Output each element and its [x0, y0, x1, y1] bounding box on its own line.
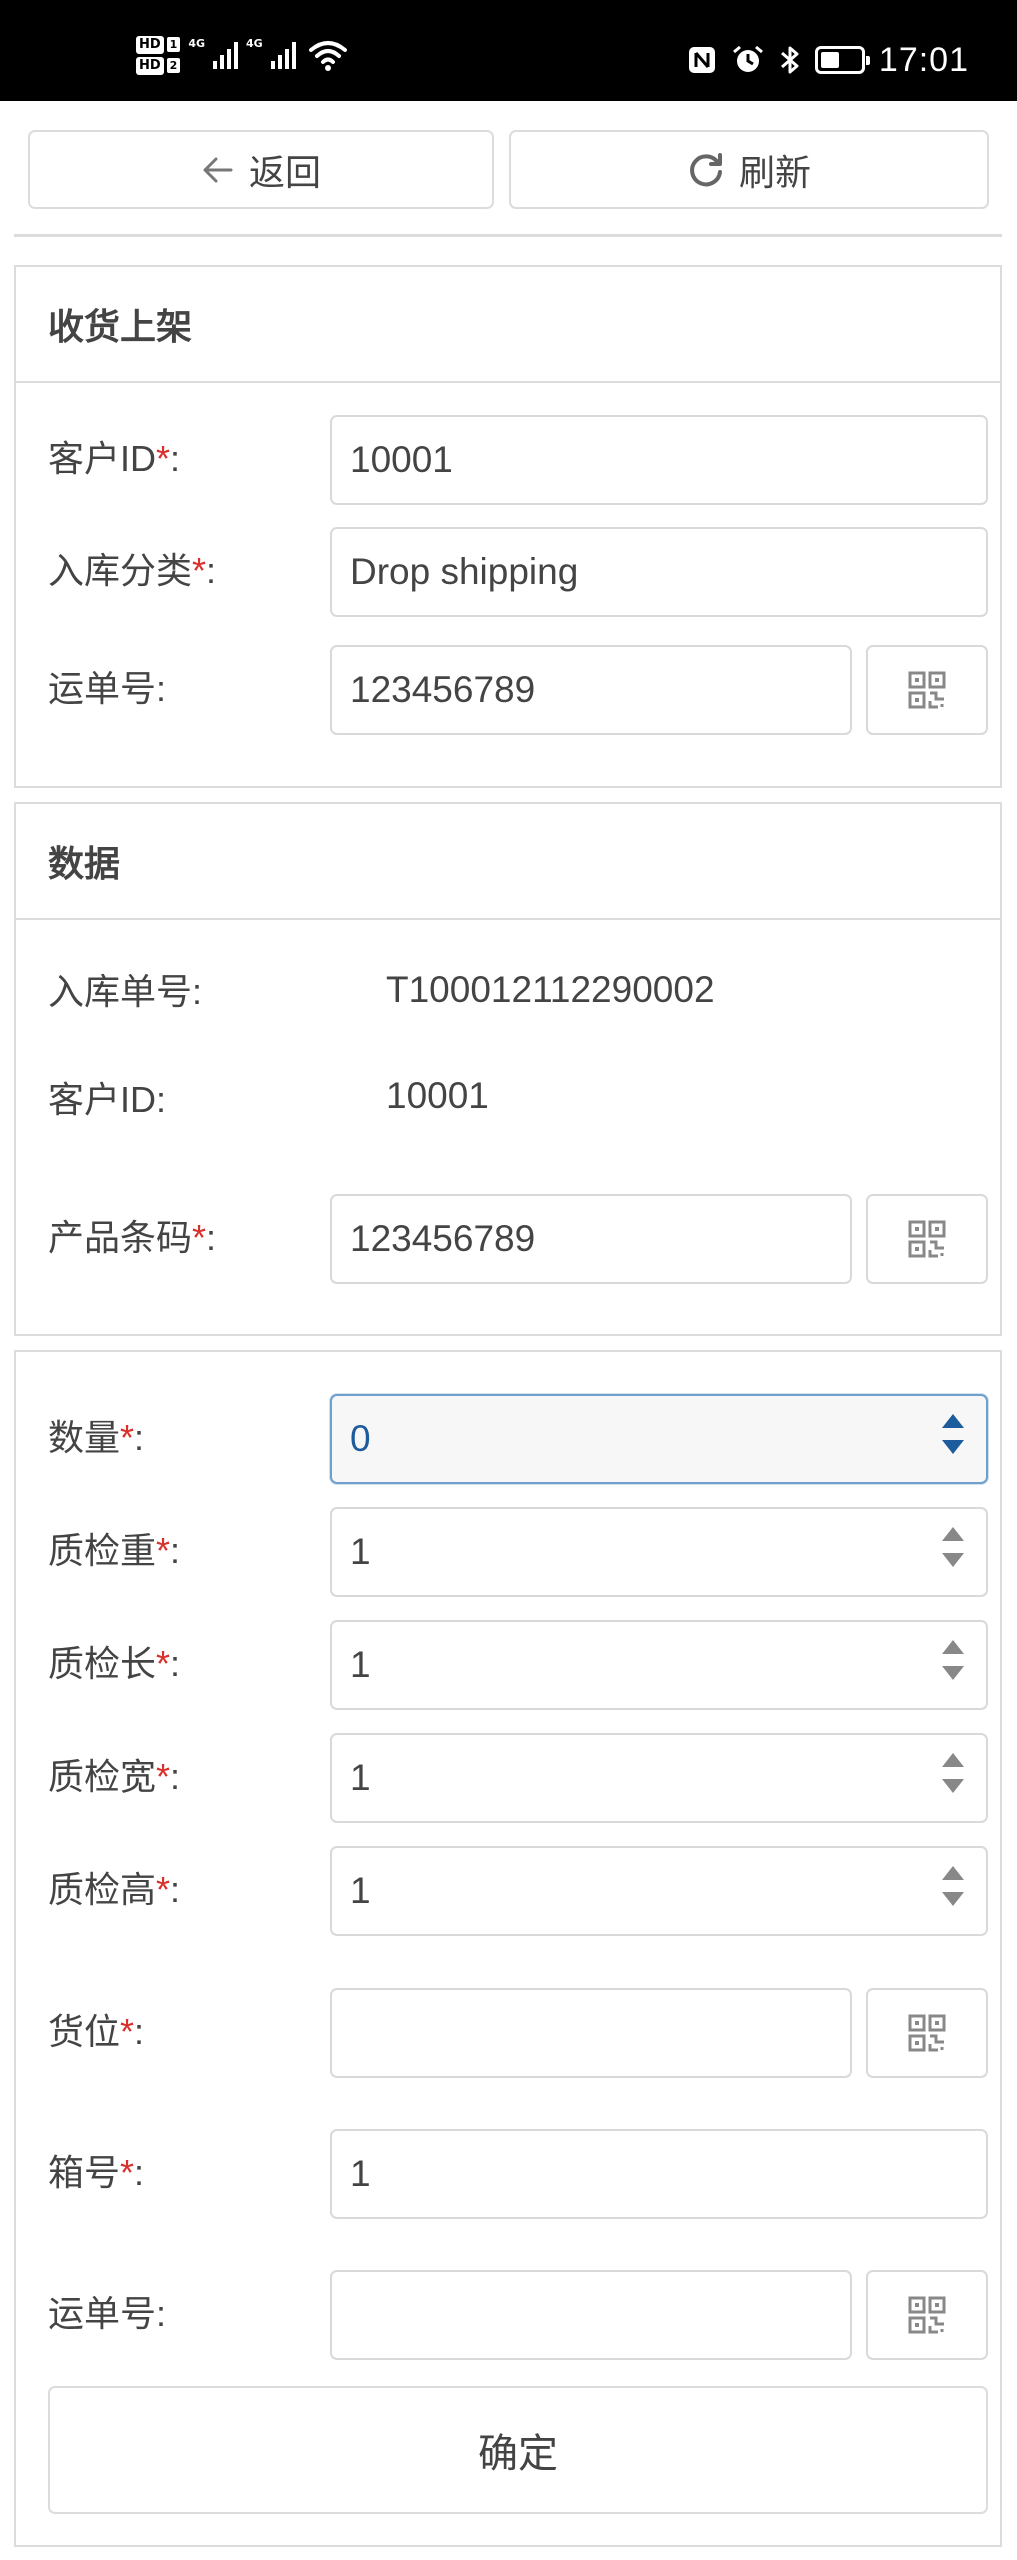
- location-label: 货位*:: [48, 2011, 145, 2052]
- receive-panel-title: 收货上架: [16, 267, 1000, 383]
- back-button-label: 返回: [248, 151, 321, 193]
- height-label: 质检高*:: [48, 1869, 181, 1910]
- refresh-button[interactable]: 刷新: [509, 130, 989, 209]
- qr-code-icon: [908, 2296, 946, 2334]
- increment-icon[interactable]: [942, 1640, 964, 1654]
- increment-icon[interactable]: [942, 1753, 964, 1767]
- inbound-no-label: 入库单号:: [48, 971, 203, 1012]
- waybill-scan-button[interactable]: [866, 645, 988, 735]
- increment-icon[interactable]: [942, 1414, 964, 1428]
- decrement-icon[interactable]: [942, 1666, 964, 1680]
- signal-icon-2: [270, 41, 296, 69]
- battery-icon: [814, 46, 870, 74]
- required-mark: *: [192, 550, 207, 591]
- width-label: 质检宽*:: [48, 1756, 181, 1797]
- refresh-icon: [690, 152, 722, 186]
- hd-badge-2: HD: [136, 56, 164, 75]
- confirm-button[interactable]: 确定: [48, 2386, 988, 2514]
- waybill-input[interactable]: 123456789: [330, 645, 852, 735]
- height-stepper[interactable]: [942, 1866, 964, 1906]
- barcode-scan-button[interactable]: [866, 1194, 988, 1284]
- data-panel: 数据 入库单号: T100012112290002 客户ID: 10001 产品…: [14, 802, 1002, 1336]
- required-mark: *: [156, 1530, 171, 1571]
- qr-code-icon: [908, 1220, 946, 1258]
- required-mark: *: [120, 1417, 135, 1458]
- box-input[interactable]: 1: [330, 2129, 988, 2219]
- qty-input[interactable]: 0: [330, 1394, 988, 1484]
- required-mark: *: [156, 1869, 171, 1910]
- decrement-icon[interactable]: [942, 1440, 964, 1454]
- network-type-2: 4G: [246, 36, 263, 50]
- required-mark: *: [192, 1217, 207, 1258]
- data-customer-id-value: 10001: [386, 1075, 489, 1116]
- nfc-icon: [688, 47, 715, 73]
- inbound-no-value: T100012112290002: [386, 969, 715, 1010]
- receive-panel: 收货上架 客户ID*: 10001 入库分类*: Drop shipping 运…: [14, 265, 1002, 788]
- decrement-icon[interactable]: [942, 1553, 964, 1567]
- sim-number-2: 2: [166, 58, 181, 73]
- detail-waybill-input[interactable]: [330, 2270, 852, 2360]
- status-left: HD 1 HD 2 4G 4G: [136, 30, 348, 80]
- increment-icon[interactable]: [942, 1866, 964, 1880]
- length-stepper[interactable]: [942, 1640, 964, 1680]
- length-input[interactable]: 1: [330, 1620, 988, 1710]
- bluetooth-icon: [780, 46, 799, 74]
- category-select[interactable]: Drop shipping: [330, 527, 988, 617]
- location-input[interactable]: [330, 1988, 852, 2078]
- required-mark: *: [120, 2152, 135, 2193]
- detail-waybill-label: 运单号:: [48, 2293, 167, 2334]
- customer-id-label: 客户ID*:: [48, 438, 181, 479]
- data-panel-title: 数据: [16, 804, 1000, 920]
- barcode-input[interactable]: 123456789: [330, 1194, 852, 1284]
- arrow-left-icon: [203, 157, 233, 182]
- weight-stepper[interactable]: [942, 1527, 964, 1567]
- hd-badge-1: HD: [136, 35, 164, 54]
- detail-waybill-scan-button[interactable]: [866, 2270, 988, 2360]
- customer-id-input[interactable]: 10001: [330, 415, 988, 505]
- signal-icon-1: [213, 41, 239, 69]
- weight-label: 质检重*:: [48, 1530, 181, 1571]
- sim-number-1: 1: [166, 37, 181, 52]
- required-mark: *: [156, 438, 171, 479]
- status-bar: HD 1 HD 2 4G 4G 17:01: [0, 0, 1017, 101]
- qr-code-icon: [908, 2014, 946, 2052]
- width-input[interactable]: 1: [330, 1733, 988, 1823]
- wifi-icon: [308, 41, 347, 71]
- required-mark: *: [156, 1643, 171, 1684]
- toolbar-divider: [14, 234, 1002, 237]
- increment-icon[interactable]: [942, 1527, 964, 1541]
- detail-panel: 数量*: 0 质检重*: 1 质检长*: 1 质检宽*: 1 质检高*: 1 货…: [14, 1350, 1002, 2547]
- decrement-icon[interactable]: [942, 1779, 964, 1793]
- box-label: 箱号*:: [48, 2152, 145, 2193]
- qty-label: 数量*:: [48, 1417, 145, 1458]
- barcode-label: 产品条码*:: [48, 1217, 217, 1258]
- required-mark: *: [156, 1756, 171, 1797]
- status-right: 17:01: [687, 40, 969, 80]
- decrement-icon[interactable]: [942, 1892, 964, 1906]
- category-label: 入库分类*:: [48, 550, 217, 591]
- sim-indicators: HD 1 HD 2: [136, 35, 181, 75]
- location-scan-button[interactable]: [866, 1988, 988, 2078]
- height-input[interactable]: 1: [330, 1846, 988, 1936]
- refresh-button-label: 刷新: [738, 151, 811, 193]
- alarm-icon: [732, 45, 763, 72]
- qr-code-icon: [908, 671, 946, 709]
- data-customer-id-label: 客户ID:: [48, 1079, 167, 1120]
- network-type-1: 4G: [188, 36, 206, 50]
- weight-input[interactable]: 1: [330, 1507, 988, 1597]
- clock: 17:01: [878, 40, 969, 79]
- waybill-label: 运单号:: [48, 668, 167, 709]
- width-stepper[interactable]: [942, 1753, 964, 1793]
- required-mark: *: [120, 2011, 135, 2052]
- length-label: 质检长*:: [48, 1643, 181, 1684]
- qty-stepper[interactable]: [942, 1414, 964, 1454]
- back-button[interactable]: 返回: [28, 130, 494, 209]
